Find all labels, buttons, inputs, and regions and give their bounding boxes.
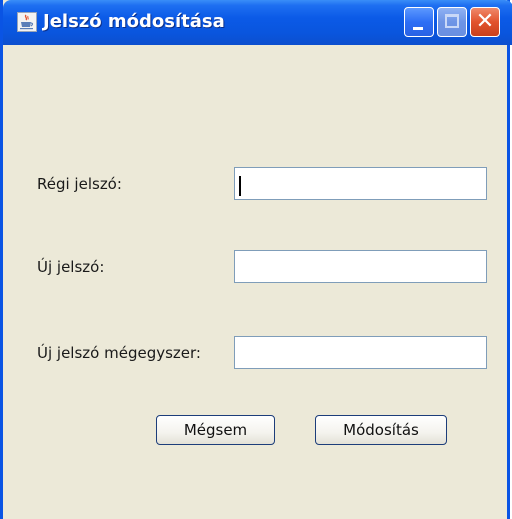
modify-button[interactable]: Módosítás <box>315 415 447 445</box>
close-button[interactable]: ✕ <box>470 7 500 37</box>
window-title: Jelszó módosítása <box>43 11 225 32</box>
confirm-password-field[interactable] <box>234 336 487 369</box>
confirm-password-label: Új jelszó mégegyszer: <box>37 344 201 362</box>
text-caret <box>239 176 241 196</box>
maximize-button[interactable] <box>437 7 467 37</box>
java-coffee-cup-icon[interactable] <box>17 12 37 32</box>
old-password-field[interactable] <box>234 167 487 200</box>
new-password-field[interactable] <box>234 250 487 283</box>
password-change-window: Jelszó módosítása ✕ Régi jelszó: Új jels… <box>0 0 512 519</box>
old-password-label: Régi jelszó: <box>37 175 122 193</box>
cancel-button[interactable]: Mégsem <box>156 415 275 445</box>
minimize-icon <box>413 27 423 30</box>
maximize-icon <box>445 14 459 28</box>
new-password-label: Új jelszó: <box>37 258 105 276</box>
title-bar[interactable]: Jelszó módosítása ✕ <box>3 0 512 45</box>
close-icon: ✕ <box>475 9 495 34</box>
minimize-button[interactable] <box>404 7 434 37</box>
